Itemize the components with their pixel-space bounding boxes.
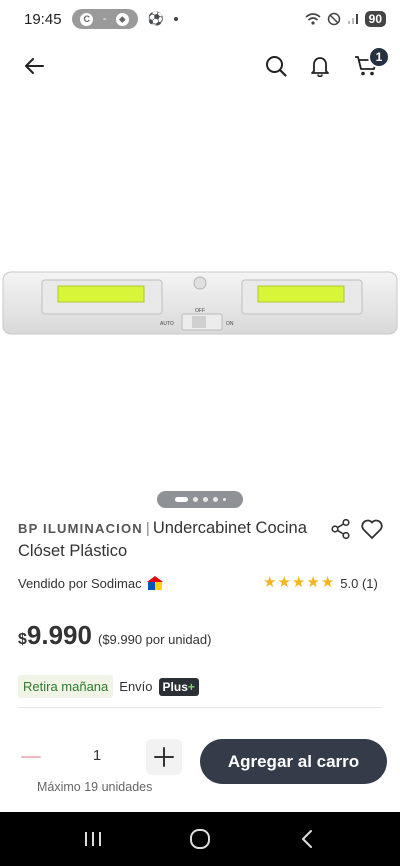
star-icon: ★ [306,574,320,591]
recent-apps-icon [85,832,102,846]
more-notifications-dot [173,17,178,21]
plus-label: Plus [162,679,188,694]
notification-pill: C - ⬥ [71,9,138,29]
status-time: 19:45 [24,10,62,28]
seller-text: Vendido por Sodimac [18,575,142,591]
title-separator: | [145,520,150,537]
bell-icon [311,57,329,77]
quantity-max-note: Máximo 19 unidades [37,780,153,794]
plus-icon [154,747,174,767]
notifications-button[interactable] [306,52,334,80]
svg-text:AUTO: AUTO [160,321,174,327]
rating-text: 5.0 (1) [340,575,378,591]
cart-button[interactable]: 1 [352,46,390,80]
price-row: $ 9.990 ($9.990 por unidad) [18,620,211,651]
favorite-button[interactable] [360,518,384,540]
under-cabinet-light-image: OFF AUTO ON [2,271,398,335]
product-title-block: BP ILUMINACION | Undercabinet Cocina Clóse… [18,517,318,563]
pickup-badge: Retira mañana [18,675,114,698]
plus-badge: Plus+ [158,677,199,696]
carousel-dot[interactable] [212,497,218,502]
battery-indicator: 90 [364,11,386,27]
cart-count-badge: 1 [368,46,390,68]
star-icon: ★ [320,574,335,591]
svg-text:ON: ON [226,321,234,327]
product-rating[interactable]: ★ ★ ★ ★ ★ 5.0 (1) [263,575,378,591]
back-nav-button[interactable] [287,824,327,854]
do-not-disturb-icon [327,12,340,26]
carousel-dot[interactable] [222,498,226,501]
heart-icon [361,519,383,539]
system-nav-bar [0,812,400,866]
svg-text:OFF: OFF [195,308,205,314]
product-image[interactable]: OFF AUTO ON [2,268,398,338]
back-arrow-icon [25,58,44,74]
search-icon [266,56,287,77]
home-button[interactable] [180,824,220,854]
product-brand[interactable]: BP ILUMINACION [18,521,143,536]
search-button[interactable] [262,52,290,80]
image-carousel-indicator[interactable] [157,491,243,508]
wifi-icon [305,13,321,25]
delivery-options: Retira mañana Envío Plus+ [18,675,199,698]
share-button[interactable] [330,518,352,540]
price-per-unit: ($9.990 por unidad) [97,632,212,647]
app-notification-icon: C [80,12,94,26]
app-notification-icon-2: ⬥ [115,12,129,26]
star-icon: ★ [277,574,291,591]
share-icon [331,518,350,540]
quantity-increase-button[interactable] [146,739,182,775]
star-icon: ★ [263,574,277,591]
star-icon: ★ [291,574,306,591]
seller-info: Vendido por Sodimac [18,575,164,591]
divider [18,707,382,708]
carousel-dot[interactable] [174,497,188,502]
recent-apps-button[interactable] [73,824,113,854]
carousel-dot[interactable] [192,497,198,502]
carousel-dot[interactable] [202,497,208,502]
pill-separator: - [102,13,107,25]
back-chevron-icon [301,830,312,848]
app-header: 1 [0,42,400,90]
sodimac-logo-icon [146,576,163,590]
home-icon [189,829,210,849]
quantity-decrease-button[interactable] [14,740,48,774]
status-right-icons: 90 [305,11,386,27]
soccer-ball-icon: ⚽ [147,11,164,26]
status-bar: 19:45 C - ⬥ ⚽ 90 [0,0,400,38]
quantity-value[interactable]: 1 [80,747,114,764]
price-currency: $ [18,631,27,648]
add-to-cart-button[interactable]: Agregar al carro [200,739,387,784]
minus-icon [21,756,41,758]
back-button[interactable] [20,52,48,80]
shipping-label: Envío [119,679,153,694]
price-amount: 9.990 [26,620,92,650]
plus-mark: + [187,679,195,694]
signal-icon [347,14,358,24]
